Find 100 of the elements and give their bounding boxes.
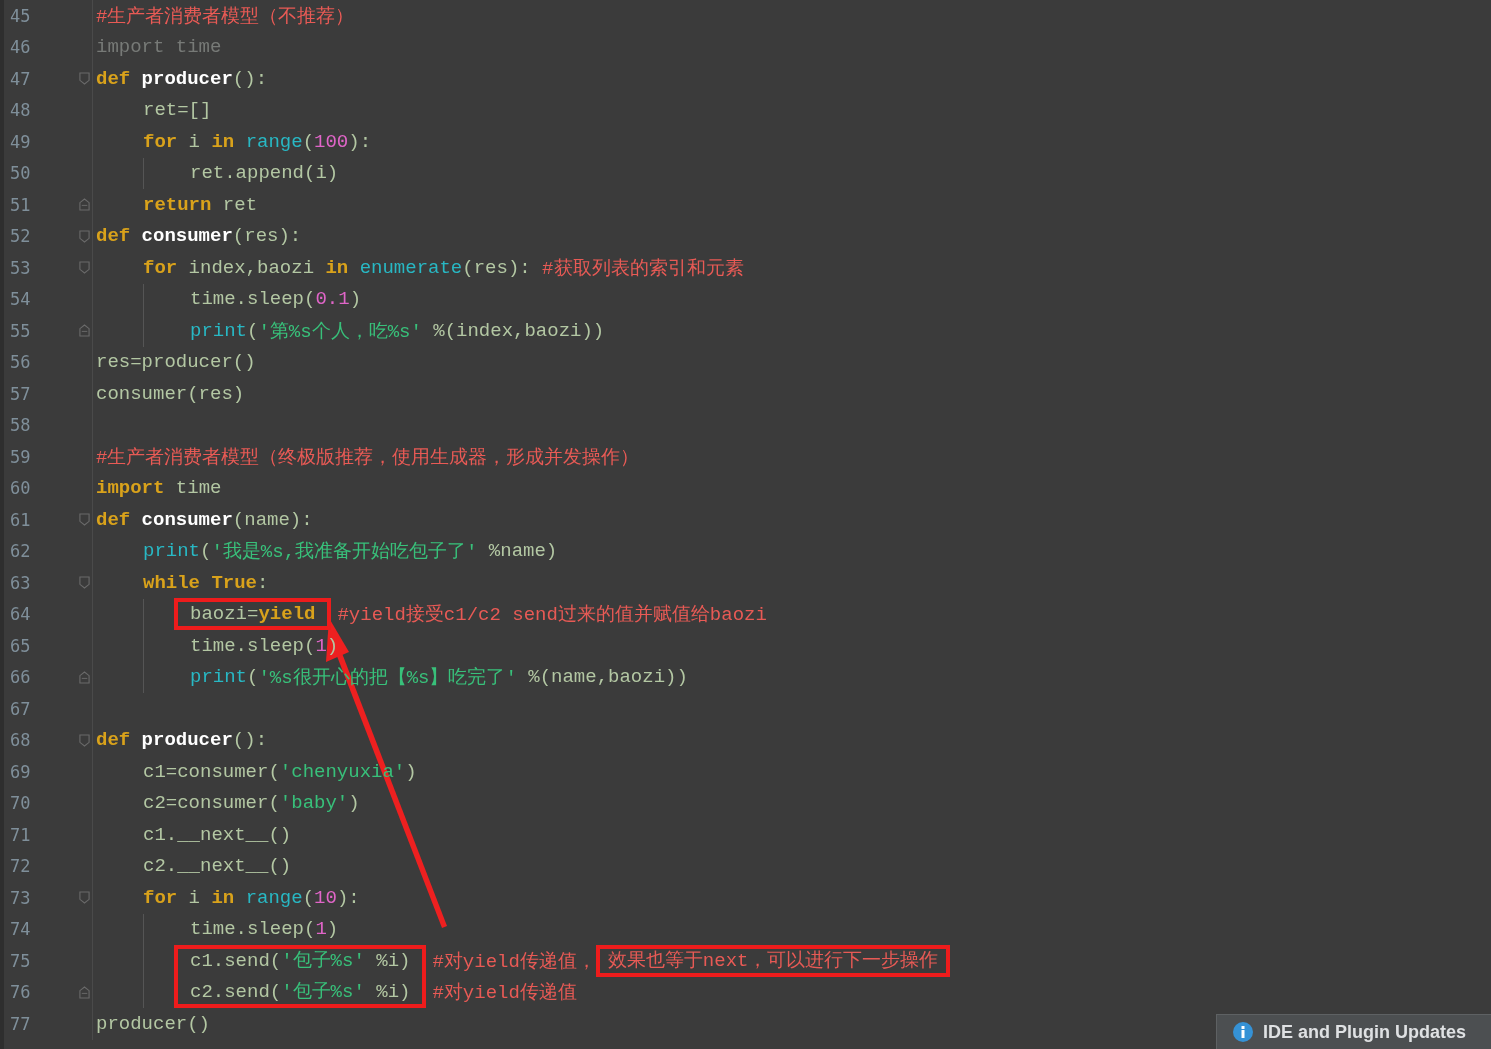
code-text: ): bbox=[348, 130, 372, 153]
keyword: def bbox=[96, 729, 132, 752]
fold-end-icon[interactable] bbox=[79, 985, 91, 999]
code-text: i bbox=[188, 130, 201, 153]
fold-icon[interactable] bbox=[79, 513, 91, 527]
fold-icon[interactable] bbox=[79, 229, 91, 243]
code-text: %(index,baozi)) bbox=[432, 319, 605, 342]
code-comment: #生产者消费者模型（不推荐） bbox=[96, 4, 355, 29]
line-number: 51 bbox=[9, 194, 32, 215]
line-number: 62 bbox=[9, 541, 32, 562]
string-literal: '第%s个人，吃%s' bbox=[258, 319, 422, 344]
line-number: 75 bbox=[9, 950, 32, 971]
line-number: 50 bbox=[9, 163, 32, 184]
code-text: ( bbox=[200, 540, 212, 563]
keyword: for bbox=[143, 130, 179, 153]
number-literal: 1 bbox=[315, 634, 327, 657]
fold-end-icon[interactable] bbox=[79, 324, 91, 338]
line-number: 63 bbox=[9, 572, 32, 593]
fold-icon[interactable] bbox=[79, 261, 91, 275]
highlight-box: baozi=yield bbox=[174, 598, 332, 631]
keyword: def bbox=[96, 508, 132, 531]
code-text: (res): bbox=[232, 225, 302, 248]
code-text: ) bbox=[326, 918, 339, 941]
code-text: ( bbox=[247, 666, 259, 689]
fold-icon[interactable] bbox=[79, 733, 91, 747]
line-number: 49 bbox=[9, 131, 32, 152]
code-text: %(name,baozi)) bbox=[527, 666, 688, 689]
code-text: time.sleep( bbox=[190, 918, 316, 941]
code-text: c2=consumer( bbox=[143, 792, 280, 815]
line-number: 53 bbox=[9, 257, 32, 278]
code-comment: #获取列表的索引和元素 bbox=[542, 256, 744, 281]
fold-icon[interactable] bbox=[79, 576, 91, 590]
number-literal: 1 bbox=[315, 918, 327, 941]
code-text: ) bbox=[349, 288, 362, 311]
fold-icon[interactable] bbox=[79, 72, 91, 86]
number-literal: 100 bbox=[314, 130, 349, 153]
number-literal: 10 bbox=[314, 886, 337, 909]
code-text: %name) bbox=[487, 540, 558, 563]
string-literal: 'baby' bbox=[279, 792, 349, 815]
builtin-name: print bbox=[190, 319, 247, 342]
line-number: 74 bbox=[9, 919, 32, 940]
line-number: 48 bbox=[9, 100, 32, 121]
builtin-name: print bbox=[143, 540, 200, 563]
unused-code: import time bbox=[96, 36, 222, 59]
line-number: 46 bbox=[9, 37, 32, 58]
line-number: 71 bbox=[9, 824, 32, 845]
code-text: ( bbox=[247, 319, 259, 342]
code-text: ): bbox=[336, 886, 360, 909]
line-number: 77 bbox=[9, 1013, 32, 1034]
line-number: 76 bbox=[9, 982, 32, 1003]
keyword: for bbox=[143, 886, 179, 909]
code-text: time.sleep( bbox=[190, 288, 316, 311]
fold-end-icon[interactable] bbox=[79, 670, 91, 684]
line-number: 67 bbox=[9, 698, 32, 719]
builtin-name: range bbox=[245, 130, 303, 153]
line-number: 73 bbox=[9, 887, 32, 908]
code-text: consumer(res) bbox=[96, 382, 245, 405]
keyword: import bbox=[96, 477, 166, 500]
function-name: producer bbox=[141, 729, 233, 752]
line-number: 45 bbox=[9, 5, 32, 26]
fold-icon[interactable] bbox=[79, 891, 91, 905]
builtin-name: enumerate bbox=[359, 256, 463, 279]
code-text: (res): bbox=[462, 256, 532, 279]
line-number: 52 bbox=[9, 226, 32, 247]
function-name: consumer bbox=[141, 225, 233, 248]
line-number: 72 bbox=[9, 856, 32, 877]
code-text: ) bbox=[405, 760, 417, 783]
keyword: def bbox=[96, 225, 132, 248]
code-text: (): bbox=[232, 67, 268, 90]
notification-panel[interactable]: IDE and Plugin Updates bbox=[1216, 1014, 1491, 1049]
function-name: producer bbox=[141, 67, 233, 90]
code-text: (name): bbox=[232, 508, 313, 531]
code-comment: #对yield传递值， bbox=[432, 949, 596, 974]
code-text: time.sleep( bbox=[190, 634, 316, 657]
code-text: c1=consumer( bbox=[143, 760, 280, 783]
builtin-name: print bbox=[190, 666, 247, 689]
code-text: ) bbox=[348, 792, 360, 815]
code-text: producer() bbox=[96, 1012, 211, 1035]
code-text: c1.__next__() bbox=[143, 823, 292, 846]
keyword: in bbox=[325, 256, 350, 279]
code-text: : bbox=[257, 571, 269, 594]
notification-title: IDE and Plugin Updates bbox=[1263, 1021, 1467, 1043]
line-number: 69 bbox=[9, 761, 32, 782]
code-text: ret=[] bbox=[143, 99, 212, 122]
keyword: for bbox=[143, 256, 179, 279]
fold-end-icon[interactable] bbox=[79, 198, 91, 212]
highlight-box: c2.send('包子%s' %i) bbox=[174, 976, 427, 1009]
number-literal: 0.1 bbox=[315, 288, 350, 311]
keyword: return bbox=[143, 193, 213, 216]
builtin-name: range bbox=[245, 886, 303, 909]
code-text: index,baozi bbox=[188, 256, 316, 279]
highlight-box: c1.send('包子%s' %i) bbox=[174, 944, 427, 977]
line-number: 65 bbox=[9, 635, 32, 656]
line-number: 47 bbox=[9, 68, 32, 89]
line-number: 56 bbox=[9, 352, 32, 373]
string-literal: '我是%s,我准备开始吃包子了' bbox=[211, 540, 478, 565]
keyword: while True bbox=[143, 571, 258, 594]
keyword: def bbox=[96, 67, 132, 90]
line-number: 64 bbox=[9, 604, 32, 625]
code-text: ( bbox=[302, 886, 315, 909]
